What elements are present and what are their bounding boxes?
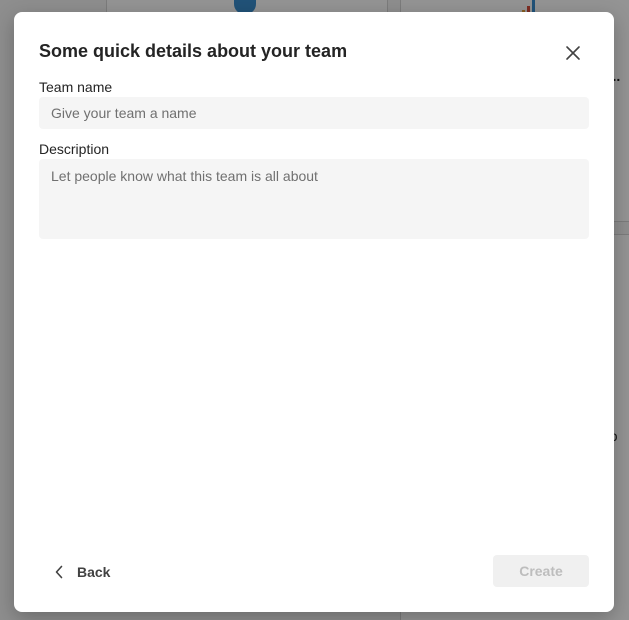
team-name-input[interactable]: [39, 97, 589, 129]
team-name-label: Team name: [39, 79, 113, 95]
description-label: Description: [39, 141, 110, 157]
create-button[interactable]: Create: [493, 555, 589, 587]
description-input[interactable]: [39, 159, 589, 239]
back-button[interactable]: Back: [54, 557, 110, 587]
create-team-dialog: Some quick details about your team Team …: [14, 12, 614, 612]
chevron-left-icon: [55, 565, 63, 579]
close-icon: [566, 46, 580, 60]
dialog-title: Some quick details about your team: [39, 41, 348, 61]
close-button[interactable]: [561, 41, 585, 65]
back-button-label: Back: [77, 564, 111, 580]
